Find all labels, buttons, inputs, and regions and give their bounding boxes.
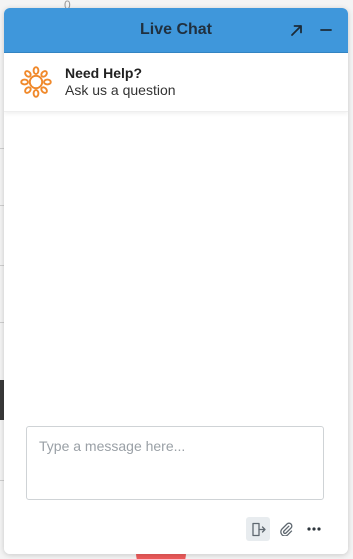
arrow-up-right-icon (290, 24, 302, 36)
help-title: Need Help? (65, 65, 143, 81)
message-input[interactable] (27, 427, 323, 499)
help-text: Need Help? Ask us a question (65, 65, 176, 99)
message-composer (26, 426, 324, 500)
chat-title: Live Chat (139, 21, 212, 38)
minus-icon (320, 29, 332, 31)
exit-door-icon (251, 522, 266, 536)
paperclip-icon (280, 522, 293, 536)
chat-header: Live Chat (4, 8, 348, 53)
composer-toolbar (246, 517, 326, 541)
ellipsis-icon (307, 527, 321, 531)
help-subtitle: Ask us a question (65, 82, 176, 98)
help-banner: Need Help? Ask us a question (4, 53, 348, 112)
end-chat-button[interactable] (246, 517, 270, 541)
sunburst-logo-icon (20, 66, 52, 98)
header-actions (288, 8, 334, 52)
minimize-button[interactable] (318, 22, 334, 38)
more-options-button[interactable] (302, 517, 326, 541)
screen: 0 Live Chat Need Help? Ask us a question… (0, 0, 353, 559)
live-chat-window: Live Chat Need Help? Ask us a question T… (4, 8, 348, 554)
attach-file-button[interactable] (274, 517, 298, 541)
expand-button[interactable] (288, 22, 304, 38)
